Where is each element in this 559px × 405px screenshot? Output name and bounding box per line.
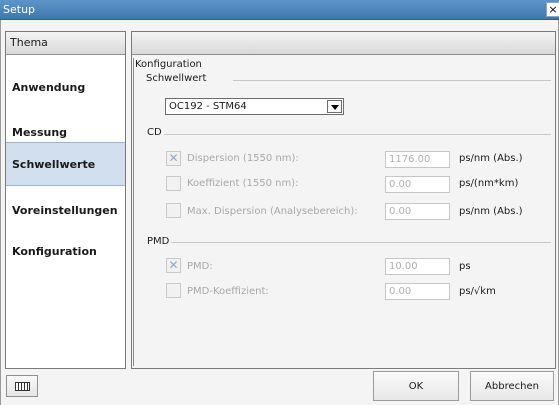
coefficient-label: Koeffizient (1550 nm):: [187, 178, 299, 189]
keyboard-icon: [15, 382, 30, 391]
pmd-coefficient-label: PMD-Koeffizient:: [187, 286, 269, 297]
dispersion-checkbox[interactable]: ✕: [166, 151, 181, 166]
content-header: [132, 32, 555, 55]
threshold-dropdown[interactable]: OC192 - STM64: [165, 98, 344, 115]
sidebar-item-label: Messung: [12, 125, 68, 139]
max-dispersion-checkbox[interactable]: [166, 203, 181, 218]
sidebar-item-anwendung[interactable]: Anwendung: [6, 65, 125, 109]
sidebar-item-schwellwerte[interactable]: Schwellwerte: [6, 142, 125, 186]
separator: [164, 134, 551, 135]
dispersion-unit: ps/nm (Abs.): [459, 153, 523, 164]
ok-button[interactable]: OK: [373, 371, 459, 401]
config-group-title: Konfiguration: [135, 59, 202, 70]
coefficient-input[interactable]: 0.00: [385, 176, 450, 193]
threshold-label: Schwellwert: [146, 73, 207, 84]
pmd-coefficient-input[interactable]: 0.00: [385, 283, 450, 300]
sidebar-item-label: Konfiguration: [12, 244, 97, 258]
chevron-down-icon[interactable]: [327, 100, 342, 113]
pmd-coefficient-unit: ps/√km: [459, 286, 496, 297]
dispersion-label: Dispersion (1550 nm):: [187, 153, 299, 164]
sidebar-item-label: Schwellwerte: [12, 157, 96, 171]
max-dispersion-input[interactable]: 0.00: [385, 203, 450, 220]
sidebar-item-konfiguration[interactable]: Konfiguration: [6, 229, 125, 273]
pmd-label: PMD:: [187, 261, 213, 272]
sidebar-header: Thema: [6, 32, 125, 55]
title-bar: Setup ×: [0, 0, 559, 20]
pmd-checkbox[interactable]: ✕: [166, 258, 181, 273]
pmd-input[interactable]: 10.00: [385, 258, 450, 275]
max-dispersion-label: Max. Dispersion (Analysebereich):: [187, 206, 358, 217]
sidebar-item-voreinstellungen[interactable]: Voreinstellungen: [6, 188, 125, 232]
window-title: Setup: [3, 3, 36, 16]
coefficient-checkbox[interactable]: [166, 176, 181, 191]
separator: [171, 242, 551, 243]
max-dispersion-unit: ps/nm (Abs.): [459, 206, 523, 217]
threshold-value: OC192 - STM64: [169, 101, 247, 112]
pmd-section-label: PMD: [147, 236, 170, 247]
pmd-unit: ps: [459, 261, 471, 272]
cancel-button[interactable]: Abbrechen: [470, 371, 554, 401]
dispersion-input[interactable]: 1176.00: [385, 151, 450, 168]
close-button[interactable]: ×: [546, 2, 559, 17]
coefficient-unit: ps/(nm*km): [459, 178, 519, 189]
cd-section-label: CD: [147, 127, 162, 138]
sidebar-item-label: Anwendung: [12, 80, 86, 94]
pmd-coefficient-checkbox[interactable]: [166, 283, 181, 298]
sidebar: Thema Anwendung Messung Schwellwerte Vor…: [5, 31, 126, 369]
keyboard-button[interactable]: [6, 375, 38, 397]
sidebar-item-label: Voreinstellungen: [12, 203, 118, 217]
separator: [233, 80, 551, 81]
